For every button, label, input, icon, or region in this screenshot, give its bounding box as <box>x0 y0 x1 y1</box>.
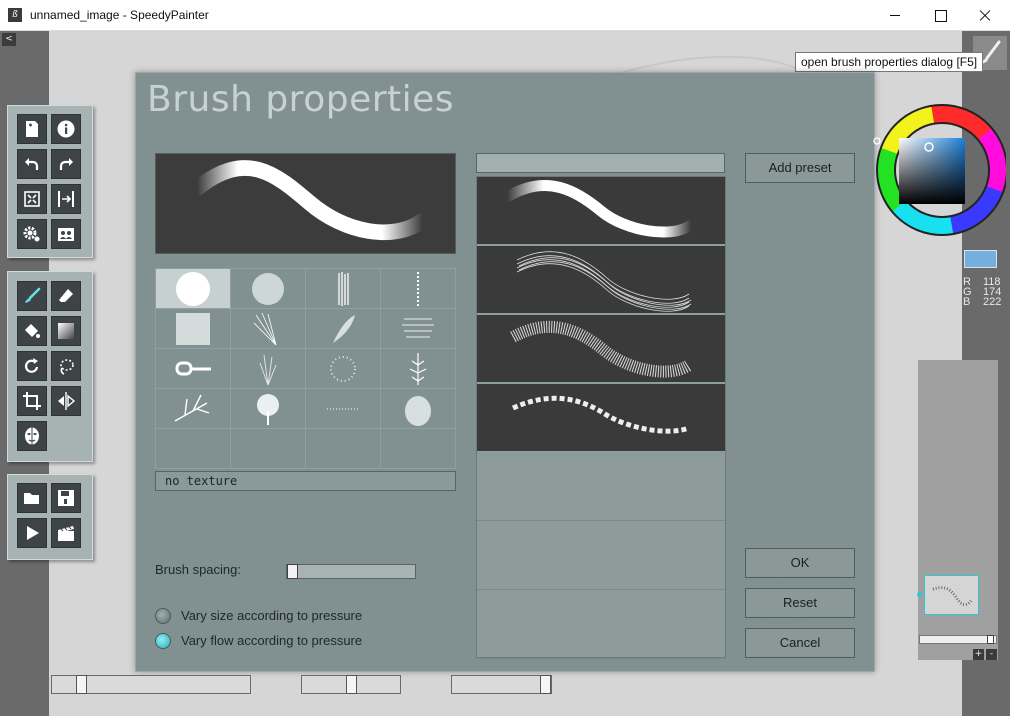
slider-handle[interactable] <box>287 564 298 579</box>
preset-chain[interactable] <box>477 384 725 452</box>
preset-grainy[interactable] <box>477 315 725 383</box>
zoom-slider[interactable] <box>919 635 997 644</box>
clapperboard-icon[interactable] <box>51 518 81 548</box>
texture-empty[interactable] <box>231 429 306 469</box>
texture-dotted-line[interactable] <box>381 269 456 309</box>
texture-tree[interactable] <box>231 389 306 429</box>
settings-icon[interactable] <box>17 219 47 249</box>
texture-grass[interactable] <box>231 349 306 389</box>
maximize-icon[interactable] <box>917 0 963 31</box>
collapse-toolbar-button[interactable]: < <box>2 33 16 46</box>
texture-branch[interactable] <box>156 389 231 429</box>
eraser-icon[interactable] <box>51 281 81 311</box>
undo-icon[interactable] <box>17 149 47 179</box>
tooltip: open brush properties dialog [F5] <box>795 52 984 72</box>
texture-fan-lines[interactable] <box>231 309 306 349</box>
brush-icon[interactable] <box>17 281 47 311</box>
brush-flow-slider[interactable] <box>451 675 552 694</box>
zoom-in-button[interactable]: + <box>973 649 984 660</box>
brush-size-slider[interactable] <box>51 675 251 694</box>
toolbar-group-file <box>7 105 93 258</box>
layers-icon[interactable] <box>51 219 81 249</box>
texture-empty[interactable] <box>381 429 456 469</box>
new-document-icon[interactable] <box>17 114 47 144</box>
current-color-swatch[interactable] <box>964 250 997 268</box>
texture-bush[interactable] <box>381 389 456 429</box>
texture-noise-dots[interactable] <box>231 269 306 309</box>
fill-bucket-icon[interactable] <box>17 316 47 346</box>
lasso-icon[interactable] <box>51 351 81 381</box>
window-title: unnamed_image - SpeedyPainter <box>30 8 209 22</box>
gradient-icon[interactable] <box>51 316 81 346</box>
slider-handle[interactable] <box>987 635 994 644</box>
redo-icon[interactable] <box>51 149 81 179</box>
close-icon[interactable] <box>962 0 1008 31</box>
slider-handle[interactable] <box>76 675 87 694</box>
slider-handle[interactable] <box>346 675 357 694</box>
texture-empty[interactable] <box>306 429 381 469</box>
slider-handle[interactable] <box>540 675 551 694</box>
add-preset-button[interactable]: Add preset <box>745 153 855 183</box>
toolbar-group-tools <box>7 271 93 462</box>
texture-grid <box>155 268 456 469</box>
texture-feather[interactable] <box>306 309 381 349</box>
rgb-blue: B 222 <box>963 296 1003 308</box>
preset-soft-round[interactable] <box>477 177 725 245</box>
save-icon[interactable] <box>51 483 81 513</box>
texture-name-field[interactable]: no texture <box>155 471 456 491</box>
dialog-title: Brush properties <box>147 79 455 120</box>
flip-icon[interactable] <box>51 386 81 416</box>
cancel-button[interactable]: Cancel <box>745 628 855 658</box>
mask-icon[interactable] <box>17 421 47 451</box>
texture-splatter[interactable] <box>306 389 381 429</box>
brush-properties-dialog: Brush properties no texture Brush spacin… <box>135 72 875 672</box>
brush-spacing-label: Brush spacing: <box>155 562 241 577</box>
texture-empty[interactable] <box>156 429 231 469</box>
rotate-icon[interactable] <box>17 351 47 381</box>
b-label: B <box>963 296 971 308</box>
texture-rough-square[interactable] <box>156 309 231 349</box>
crop-icon[interactable] <box>17 386 47 416</box>
texture-round[interactable] <box>156 269 231 309</box>
open-file-icon[interactable] <box>17 483 47 513</box>
texture-horizontal-scratch[interactable] <box>381 309 456 349</box>
preset-empty[interactable] <box>477 591 725 659</box>
texture-pine[interactable] <box>381 349 456 389</box>
preset-empty[interactable] <box>477 522 725 590</box>
navigator-marker <box>917 592 922 597</box>
minimize-icon[interactable] <box>872 0 918 31</box>
preset-list <box>476 176 726 659</box>
preset-empty[interactable] <box>477 453 725 521</box>
vary-flow-radio[interactable] <box>155 633 171 649</box>
preset-hair-lines[interactable] <box>477 246 725 314</box>
color-wheel[interactable] <box>872 96 1008 246</box>
ok-button[interactable]: OK <box>745 548 855 578</box>
brush-opacity-slider[interactable] <box>301 675 401 694</box>
brush-spacing-slider[interactable] <box>286 564 416 579</box>
texture-chain[interactable] <box>156 349 231 389</box>
vary-size-radio[interactable] <box>155 608 171 624</box>
texture-vertical-scratch[interactable] <box>306 269 381 309</box>
vary-size-label: Vary size according to pressure <box>181 608 363 623</box>
info-icon[interactable] <box>51 114 81 144</box>
zoom-out-button[interactable]: - <box>986 649 997 660</box>
texture-speckle[interactable] <box>306 349 381 389</box>
vary-flow-label: Vary flow according to pressure <box>181 633 363 648</box>
play-icon[interactable] <box>17 518 47 548</box>
toolbar-group-io <box>7 474 93 560</box>
reset-button[interactable]: Reset <box>745 588 855 618</box>
b-value: 222 <box>983 296 1002 308</box>
canvas-size-icon[interactable] <box>17 184 47 214</box>
mirror-view-icon[interactable] <box>51 184 81 214</box>
preset-name-field[interactable] <box>476 153 725 173</box>
navigator-thumbnail[interactable] <box>924 575 979 615</box>
brush-preview <box>155 153 456 254</box>
speedypainter-logo-icon[interactable]: ß <box>8 8 22 22</box>
title-bar: ß unnamed_image - SpeedyPainter <box>0 0 1010 31</box>
